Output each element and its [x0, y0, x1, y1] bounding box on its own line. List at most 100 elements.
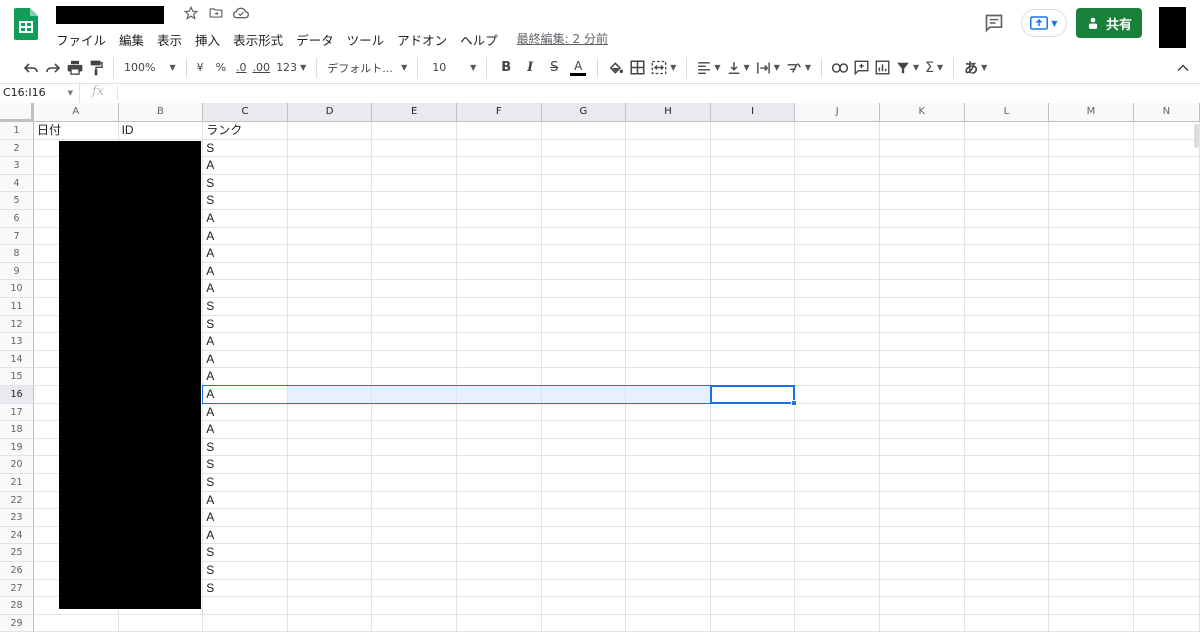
cell-h5[interactable]: [626, 192, 711, 210]
menu-format[interactable]: 表示形式: [233, 30, 283, 49]
column-header-h[interactable]: H: [626, 103, 711, 122]
cell-d1[interactable]: [287, 122, 373, 140]
row-header-19[interactable]: 19: [0, 438, 34, 457]
share-button[interactable]: 共有: [1076, 8, 1142, 38]
decrease-decimal-button[interactable]: .0: [233, 56, 250, 80]
menu-edit[interactable]: 編集: [119, 30, 144, 49]
cell-f16[interactable]: [457, 386, 542, 404]
font-family-select[interactable]: デフォルト... ▼: [324, 56, 410, 80]
cell-e28[interactable]: [372, 597, 457, 615]
column-header-n[interactable]: N: [1133, 103, 1200, 122]
cell-n15[interactable]: [1133, 368, 1200, 386]
row-header-22[interactable]: 22: [0, 491, 34, 510]
cell-e19[interactable]: [372, 438, 457, 457]
cell-m9[interactable]: [1049, 262, 1134, 281]
cell-m11[interactable]: [1049, 298, 1134, 316]
cell-i3[interactable]: [710, 157, 796, 175]
cell-e27[interactable]: [372, 579, 457, 598]
cell-l28[interactable]: [964, 597, 1050, 615]
column-header-a[interactable]: A: [34, 103, 119, 122]
cell-i13[interactable]: [710, 333, 796, 351]
column-header-j[interactable]: J: [795, 103, 880, 122]
column-header-g[interactable]: G: [541, 103, 627, 122]
cell-m1[interactable]: [1049, 122, 1134, 140]
cell-n14[interactable]: [1133, 350, 1200, 369]
cell-d19[interactable]: [287, 438, 373, 457]
cell-m10[interactable]: [1049, 280, 1134, 298]
cell-h25[interactable]: [626, 544, 711, 562]
cell-n7[interactable]: [1133, 227, 1200, 246]
cell-l29[interactable]: [964, 614, 1050, 633]
cell-k29[interactable]: [880, 614, 965, 633]
cell-d10[interactable]: [287, 280, 373, 298]
cell-m2[interactable]: [1049, 139, 1134, 158]
cell-m19[interactable]: [1049, 438, 1134, 457]
merge-cells-button[interactable]: ▼: [648, 56, 679, 80]
cell-j9[interactable]: [795, 262, 880, 281]
cell-c6[interactable]: A: [203, 210, 288, 228]
cell-g19[interactable]: [541, 438, 627, 457]
cell-j5[interactable]: [795, 192, 880, 210]
cell-g12[interactable]: [541, 315, 627, 334]
column-header-c[interactable]: C: [203, 103, 288, 122]
functions-button[interactable]: Σ ▼: [922, 56, 946, 80]
column-header-b[interactable]: B: [118, 103, 204, 122]
cell-d21[interactable]: [287, 474, 373, 492]
cell-g3[interactable]: [541, 157, 627, 175]
horizontal-align-button[interactable]: ▼: [694, 56, 723, 80]
cell-j16[interactable]: [795, 386, 880, 404]
cell-g11[interactable]: [541, 298, 627, 316]
cell-h2[interactable]: [626, 139, 711, 158]
cell-k26[interactable]: [880, 562, 965, 580]
row-header-8[interactable]: 8: [0, 245, 34, 263]
cloud-saved-icon[interactable]: [233, 5, 249, 21]
cell-m16[interactable]: [1049, 386, 1134, 404]
star-icon[interactable]: [183, 5, 199, 21]
cell-n4[interactable]: [1133, 174, 1200, 193]
cell-k16[interactable]: [880, 386, 965, 404]
cell-d13[interactable]: [287, 333, 373, 351]
menu-view[interactable]: 表示: [157, 30, 182, 49]
cell-k11[interactable]: [880, 298, 965, 316]
cell-k24[interactable]: [880, 526, 965, 545]
column-header-d[interactable]: D: [287, 103, 373, 122]
cell-h8[interactable]: [626, 245, 711, 263]
cell-f4[interactable]: [457, 174, 542, 193]
cell-e10[interactable]: [372, 280, 457, 298]
cell-e9[interactable]: [372, 262, 457, 281]
cell-h20[interactable]: [626, 456, 711, 474]
cell-m24[interactable]: [1049, 526, 1134, 545]
cell-e16[interactable]: [372, 386, 457, 404]
cell-i24[interactable]: [710, 526, 796, 545]
row-header-10[interactable]: 10: [0, 280, 34, 298]
bold-button[interactable]: B: [494, 56, 518, 80]
cell-k19[interactable]: [880, 438, 965, 457]
cell-m22[interactable]: [1049, 491, 1134, 510]
text-rotation-button[interactable]: ▼: [783, 56, 814, 80]
cell-k23[interactable]: [880, 509, 965, 527]
cell-j23[interactable]: [795, 509, 880, 527]
cell-i5[interactable]: [710, 192, 796, 210]
cell-g16[interactable]: [541, 386, 627, 404]
move-folder-icon[interactable]: [208, 5, 224, 21]
cell-c16[interactable]: A: [203, 386, 288, 404]
cell-n19[interactable]: [1133, 438, 1200, 457]
cell-l16[interactable]: [964, 386, 1050, 404]
cell-h12[interactable]: [626, 315, 711, 334]
cell-d8[interactable]: [287, 245, 373, 263]
cell-d24[interactable]: [287, 526, 373, 545]
cell-l22[interactable]: [964, 491, 1050, 510]
cell-k18[interactable]: [880, 421, 965, 439]
menu-help[interactable]: ヘルプ: [460, 30, 498, 49]
row-header-7[interactable]: 7: [0, 227, 34, 246]
cell-f2[interactable]: [457, 139, 542, 158]
insert-link-button[interactable]: [829, 56, 851, 80]
cell-h16[interactable]: [626, 386, 711, 404]
cell-f27[interactable]: [457, 579, 542, 598]
cell-e18[interactable]: [372, 421, 457, 439]
cell-n20[interactable]: [1133, 456, 1200, 474]
cell-i11[interactable]: [710, 298, 796, 316]
increase-decimal-button[interactable]: .00: [250, 56, 274, 80]
cell-l21[interactable]: [964, 474, 1050, 492]
cell-d22[interactable]: [287, 491, 373, 510]
